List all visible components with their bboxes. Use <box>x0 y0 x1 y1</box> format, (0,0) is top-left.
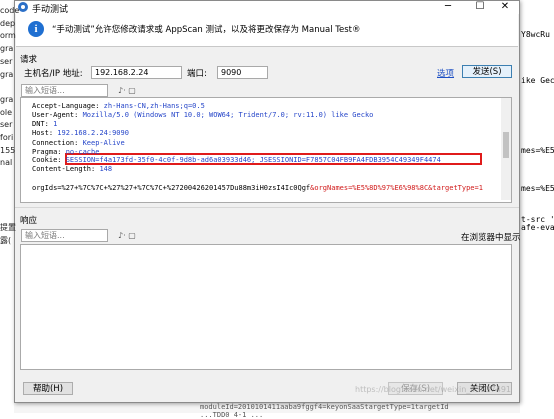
response-search-input[interactable]: 输入短语... <box>21 229 108 242</box>
watermark: https://blog.csdn.net/weixin_43537491 <box>355 385 512 394</box>
minimize-icon[interactable]: ─ <box>434 1 462 14</box>
header-key: Host: <box>32 129 58 137</box>
close-icon[interactable]: ✕ <box>491 1 519 14</box>
request-search-input[interactable]: 输入短语... <box>21 84 108 97</box>
background-left-text: nal <box>0 158 13 168</box>
header-key: Accept-Language: <box>32 102 104 110</box>
help-button[interactable]: 帮助(H) <box>23 382 73 395</box>
request-search-options-icon[interactable]: ♪· ▢ <box>118 85 136 96</box>
background-bottom-text: moduleId=2010101411aaba9fggf4=keyonSaaSt… <box>200 403 449 411</box>
request-header-line: orgIds=%27+%7C%7C+%27%27+%7C%7C+%2720042… <box>32 184 483 192</box>
header-value: no-cache <box>65 148 100 156</box>
request-header-line: Cookie: SESSION=f4a173fd-35f0-4c0f-9d8b-… <box>32 156 441 164</box>
header-value: 192.168.2.24:9090 <box>57 129 129 137</box>
header-key: Pragma: <box>32 148 66 156</box>
background-right-text: Y8wcRu <box>521 30 550 39</box>
header-key: User-Agent: <box>32 111 83 119</box>
response-search-placeholder: 输入短语... <box>25 231 65 240</box>
header-key: Cookie: <box>32 156 66 164</box>
request-header-line: Connection: Keep-Alive <box>32 139 125 147</box>
request-section-label: 请求 <box>20 55 38 65</box>
options-link[interactable]: 选项 <box>437 67 454 79</box>
info-banner: i “手动测试”允许您修改请求或 AppScan 测试，以及将更改保存为 Man… <box>16 14 518 47</box>
header-value: 1 <box>53 120 58 128</box>
port-label: 端口: <box>187 69 207 79</box>
send-button[interactable]: 发送(S) <box>462 65 512 78</box>
header-key: Connection: <box>32 139 83 147</box>
background-left-text: gra <box>0 69 14 79</box>
maximize-icon[interactable]: ☐ <box>466 1 494 14</box>
show-in-browser-label[interactable]: 在浏览器中显示 <box>461 231 521 243</box>
header-value: Keep-Alive <box>82 139 125 147</box>
header-value: 148 <box>99 165 113 173</box>
request-header-line: Accept-Language: zh-Hans-CN,zh-Hans;q=0.… <box>32 102 205 110</box>
background-left-text: ser <box>0 120 13 130</box>
request-editor[interactable]: Accept-Language: zh-Hans-CN,zh-Hans;q=0.… <box>20 97 512 203</box>
title-bar[interactable]: 手动测试 ─ ☐ ✕ <box>15 1 519 15</box>
manual-test-dialog: 手动测试 ─ ☐ ✕ i “手动测试”允许您修改请求或 AppScan 测试，以… <box>14 0 521 403</box>
background-left-text: fori <box>0 133 14 142</box>
header-extra: &orgNames=%E5%8D%97%E6%98%8C&targetType=… <box>310 184 483 192</box>
splitter[interactable] <box>15 207 519 208</box>
response-section-label: 响应 <box>20 216 38 226</box>
response-search-options-icon[interactable]: ♪· ▢ <box>118 230 136 241</box>
background-left-text: 155 <box>0 145 16 155</box>
background-right-text: ike Gec <box>521 76 554 86</box>
appscan-icon <box>18 2 28 12</box>
host-label: 主机名/IP 地址: <box>24 69 83 79</box>
header-key: DNT: <box>32 120 54 128</box>
background-left-text: orm <box>0 31 16 41</box>
background-left-text: gra <box>0 44 14 54</box>
port-input[interactable]: 9090 <box>217 66 268 79</box>
request-scrollbar-thumb[interactable] <box>503 132 509 158</box>
header-value: Mozilla/5.0 (Windows NT 10.0; WOW64; Tri… <box>82 111 374 119</box>
background-left-text: 提置 <box>0 222 16 232</box>
host-input[interactable]: 192.168.2.24 <box>91 66 182 79</box>
background-right-text: mes=%E5 <box>521 184 554 193</box>
background-left-text: ole <box>0 107 13 117</box>
request-header-line: Content-Length: 148 <box>32 165 112 173</box>
background-right-text: afe-eva <box>521 222 554 232</box>
background-left-text: dep <box>0 18 16 28</box>
header-key: orgIds=%27+%7C%7C+%27%27+%7C%7C+%2720042… <box>32 184 311 192</box>
header-value: zh-Hans-CN,zh-Hans;q=0.5 <box>103 102 205 110</box>
request-header-line: User-Agent: Mozilla/5.0 (Windows NT 10.0… <box>32 111 373 119</box>
banner-text: “手动测试”允许您修改请求或 AppScan 测试，以及将更改保存为 Manua… <box>52 25 361 35</box>
background-right-text: mes=%E5 <box>521 145 554 155</box>
background-right-panel <box>520 0 554 413</box>
request-search-placeholder: 输入短语... <box>25 86 65 95</box>
header-key: Content-Length: <box>32 165 100 173</box>
info-icon: i <box>28 21 44 37</box>
background-left-text: code <box>0 6 20 15</box>
request-scrollbar[interactable] <box>501 98 511 200</box>
background-bottom-text: ...TDD0 4-1 ... <box>200 411 264 419</box>
header-value: SESSION=f4a173fd-35f0-4c0f-9d8b-ad6a0393… <box>65 156 441 164</box>
request-header-line: Pragma: no-cache <box>32 148 99 156</box>
request-header-line: DNT: 1 <box>32 120 57 128</box>
response-viewer[interactable] <box>20 244 512 370</box>
background-left-text: ser <box>0 56 13 66</box>
request-header-line: Host: 192.168.2.24:9090 <box>32 129 129 137</box>
background-left-text: gra <box>0 94 14 104</box>
background-left-text: 露( <box>0 235 12 245</box>
